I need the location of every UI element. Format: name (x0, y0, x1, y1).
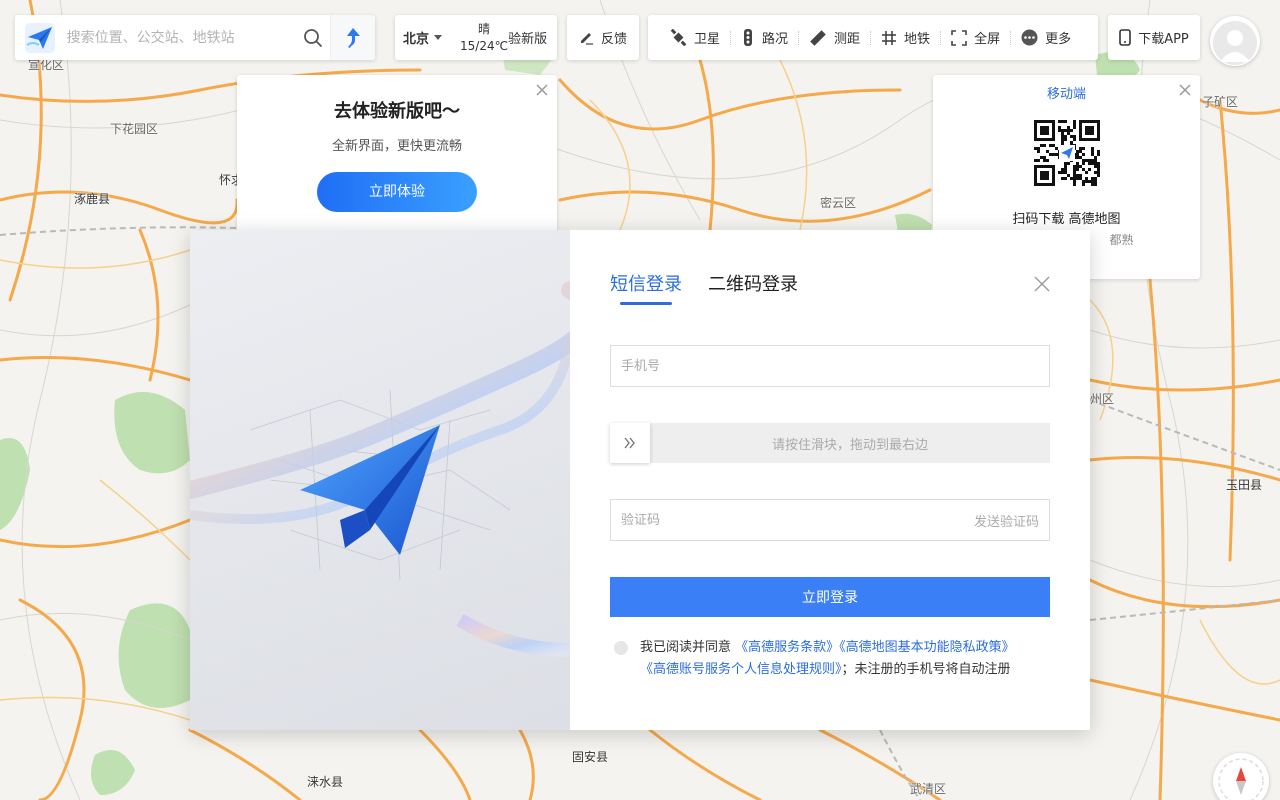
satellite-label: 卫星 (694, 32, 721, 47)
agreement-text: 我已阅读并同意 《高德服务条款》《高德地图基本功能隐私政策》 《高德账号服务个人… (640, 637, 1015, 681)
slide-captcha: 请按住滑块，拖动到最右边 (610, 423, 1050, 463)
map-tools-bar: 卫星 路况 测距 地铁 全屏 更多 (648, 15, 1098, 60)
mobile-card-close-icon[interactable] (1178, 83, 1192, 97)
map-label-kuangqu: 子矿区 (1202, 95, 1239, 109)
map-label-wuqing: 武清区 (910, 782, 947, 796)
agreement-prefix: 我已阅读并同意 (640, 640, 732, 655)
feedback-label: 反馈 (600, 32, 627, 47)
amap-logo[interactable] (21, 19, 59, 57)
route-button[interactable] (330, 15, 375, 60)
verification-code-input[interactable] (611, 501, 974, 539)
new-version-promo: 去体验新版吧～ 全新界面，更快更流畅 立即体验 (237, 75, 557, 235)
promo-subtitle: 全新界面，更快更流畅 (331, 139, 462, 154)
send-code-button[interactable]: 发送验证码 (974, 511, 1049, 530)
verification-code-field: 发送验证码 (610, 499, 1050, 541)
slider-handle[interactable] (610, 423, 650, 463)
subway-grid-icon (882, 30, 897, 45)
subway-label: 地铁 (904, 32, 931, 47)
subway-button[interactable]: 地铁 (871, 28, 940, 47)
user-avatar[interactable] (1210, 16, 1260, 66)
more-label: 更多 (1045, 32, 1072, 47)
login-modal: 短信登录 二维码登录 请按住滑块，拖动到最右边 发送验证码 立即登录 我已阅读并… (190, 230, 1090, 730)
traffic-button[interactable]: 路况 (731, 28, 798, 47)
map-label-zhuolu: 涿鹿县 (74, 192, 111, 206)
compass-button[interactable] (1213, 753, 1269, 800)
download-app-button[interactable]: 下载APP (1108, 15, 1200, 60)
pencil-icon (580, 33, 593, 45)
fullscreen-icon (951, 29, 967, 46)
login-submit-button[interactable]: 立即登录 (610, 577, 1050, 617)
terms-link[interactable]: 《高德服务条款》 (735, 640, 839, 655)
search-input[interactable] (66, 17, 285, 58)
search-icon (303, 28, 322, 47)
try-now-button[interactable]: 立即体验 (317, 172, 477, 212)
qr-code (1033, 120, 1100, 186)
promo-title: 去体验新版吧～ (334, 101, 460, 122)
route-arrow-icon (347, 27, 361, 48)
map-label-yutian: 玉田县 (1226, 478, 1263, 492)
user-avatar-icon (1213, 21, 1257, 65)
feedback-button[interactable]: 反馈 (567, 15, 639, 60)
measure-button[interactable]: 测距 (799, 28, 870, 47)
map-label-xiahuayuan: 下花园区 (110, 122, 159, 136)
agreement-row: 我已阅读并同意 《高德服务条款》《高德地图基本功能隐私政策》 《高德账号服务个人… (610, 637, 1050, 681)
traffic-label: 路况 (762, 32, 789, 47)
fullscreen-button[interactable]: 全屏 (941, 28, 1010, 47)
double-chevron-right-icon (624, 437, 635, 449)
city-selector[interactable]: 北京 (403, 28, 443, 47)
ruler-icon (810, 29, 826, 46)
paper-plane-logo-icon (24, 22, 55, 53)
phone-field (610, 345, 1050, 387)
phone-icon (1119, 29, 1132, 46)
promo-close-icon[interactable] (535, 83, 549, 97)
login-tabs: 短信登录 二维码登录 (610, 270, 1050, 305)
map-label-guan: 固安县 (572, 750, 609, 764)
more-button[interactable]: 更多 (1011, 28, 1081, 47)
fullscreen-label: 全屏 (974, 32, 1001, 47)
compass-icon (1218, 758, 1264, 800)
download-app-label: 下载APP (1138, 32, 1189, 47)
city-weather-box: 北京 晴 15/24℃ 验新版 (395, 15, 557, 60)
satellite-icon (670, 29, 687, 46)
weather-info[interactable]: 晴 15/24℃ (460, 21, 508, 55)
login-form: 短信登录 二维码登录 请按住滑块，拖动到最右边 发送验证码 立即登录 我已阅读并… (570, 230, 1090, 730)
search-box (15, 15, 375, 60)
privacy-link[interactable]: 《高德地图基本功能隐私政策》 (839, 640, 1015, 655)
slider-hint: 请按住滑块，拖动到最右边 (771, 437, 928, 453)
new-version-link[interactable]: 验新版 (508, 28, 547, 47)
weather-condition: 晴 (478, 21, 491, 36)
search-button[interactable] (295, 20, 331, 56)
more-dots-icon (1021, 29, 1038, 46)
map-label-miyun: 密云区 (820, 196, 857, 210)
tab-qr-login[interactable]: 二维码登录 (708, 270, 798, 305)
caret-down-icon (434, 35, 443, 40)
city-name: 北京 (403, 32, 430, 47)
mobile-card-title: 移动端 (1046, 87, 1086, 102)
map-label-laishui: 涞水县 (307, 775, 344, 789)
satellite-button[interactable]: 卫星 (660, 28, 730, 47)
phone-input[interactable] (611, 347, 1049, 385)
account-rules-link[interactable]: 《高德账号服务个人信息处理规则》 (640, 662, 842, 677)
measure-label: 测距 (834, 32, 861, 47)
close-icon[interactable] (1034, 276, 1050, 292)
traffic-light-icon (744, 29, 753, 46)
weather-temperature: 15/24℃ (460, 38, 509, 53)
qr-caption: 扫码下载 高德地图 (1012, 212, 1121, 227)
tab-sms-login[interactable]: 短信登录 (610, 270, 682, 305)
map-label-zhou: 州区 (1090, 392, 1115, 406)
agreement-checkbox[interactable] (614, 641, 628, 655)
paper-plane-illustration (190, 281, 570, 657)
login-illustration (190, 230, 570, 730)
agreement-suffix: ；未注册的手机号将自动注册 (841, 662, 1011, 677)
